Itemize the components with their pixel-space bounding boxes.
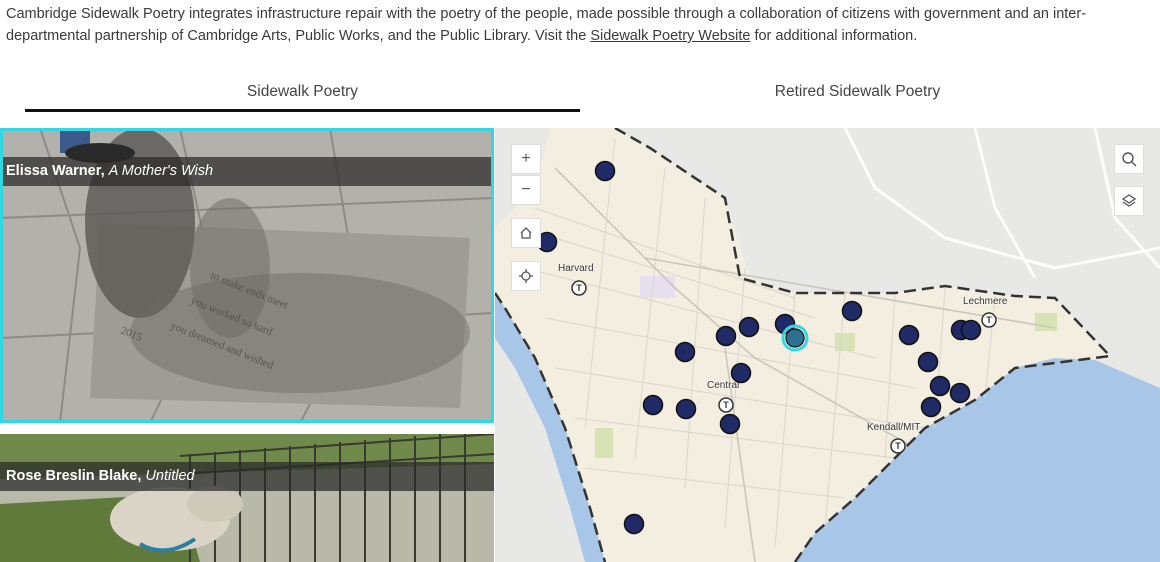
poem-marker[interactable] [917,351,939,373]
poem-title: Untitled [145,468,195,484]
poem-caption: Elissa Warner, A Mother's Wish [0,157,494,186]
poem-marker[interactable] [623,513,645,535]
poem-markers-layer [536,160,982,535]
poem-marker[interactable] [929,375,951,397]
poem-card[interactable]: Rose Breslin Blake, Untitled [0,434,494,562]
poem-marker[interactable] [960,319,982,341]
intro-text-end: for additional information. [750,28,918,44]
poem-caption: Rose Breslin Blake, Untitled [0,462,494,491]
selected-poem-marker[interactable] [785,328,805,348]
locate-button[interactable] [511,261,541,291]
poem-marker[interactable] [719,413,741,435]
poem-marker[interactable] [920,396,942,418]
poem-marker[interactable] [841,300,863,322]
poem-marker[interactable] [898,324,920,346]
tab-sidewalk-poetry[interactable]: Sidewalk Poetry [25,78,580,112]
poem-marker[interactable] [674,341,696,363]
home-button[interactable] [511,218,541,248]
sidewalk-poetry-website-link[interactable]: Sidewalk Poetry Website [590,28,750,44]
poetry-map[interactable]: TTTT Harvard Central Kendall/MIT Lechmer… [495,128,1160,562]
poem-marker[interactable] [642,394,664,416]
tab-retired-sidewalk-poetry[interactable]: Retired Sidewalk Poetry [580,78,1135,112]
poem-photo [0,434,494,562]
zoom-out-button[interactable]: − [511,175,541,205]
search-icon [1122,152,1137,167]
locate-icon [519,269,533,283]
tab-bar: Sidewalk Poetry Retired Sidewalk Poetry [0,78,1160,112]
poem-marker[interactable] [594,160,616,182]
intro-paragraph: Cambridge Sidewalk Poetry integrates inf… [6,3,1156,47]
poem-title: A Mother's Wish [108,163,214,179]
layers-icon [1121,194,1137,207]
intro-text: Cambridge Sidewalk Poetry integrates inf… [6,6,1087,44]
poem-card[interactable]: to make ends meet you worked so hard you… [0,128,494,423]
home-icon [520,227,532,239]
poem-marker[interactable] [738,316,760,338]
poem-marker[interactable] [675,398,697,420]
poem-marker[interactable] [715,325,737,347]
poem-author: Elissa Warner, [6,163,105,179]
search-button[interactable] [1114,144,1144,174]
poem-marker[interactable] [730,362,752,384]
layers-button[interactable] [1114,186,1144,216]
poem-marker[interactable] [949,382,971,404]
zoom-in-button[interactable]: + [511,144,541,174]
poem-card-list[interactable]: to make ends meet you worked so hard you… [0,128,494,562]
poem-author: Rose Breslin Blake, [6,468,142,484]
